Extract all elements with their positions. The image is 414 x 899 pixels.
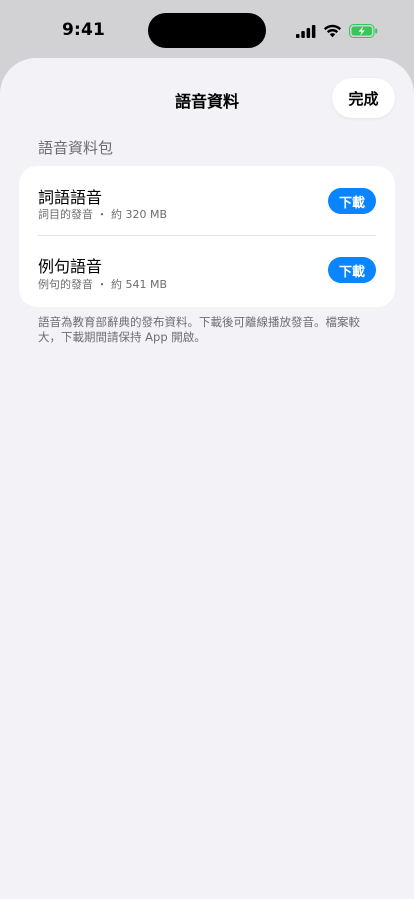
list-item-word-audio: 詞語語音 詞目的發音 ・ 約 320 MB 下載 <box>19 166 395 236</box>
dynamic-island <box>148 13 266 48</box>
done-button[interactable]: 完成 <box>332 78 395 118</box>
status-icons <box>296 22 378 40</box>
footer-note: 語音為教育部辭典的發布資料。下載後可離線播放發音。檔案較大，下載期間請保持 Ap… <box>38 315 360 344</box>
item-title: 詞語語音 <box>38 188 103 207</box>
item-title: 例句語音 <box>38 257 103 276</box>
battery-charging-icon <box>349 24 378 38</box>
download-word-audio-button[interactable]: 下載 <box>328 188 376 214</box>
list-item-example-audio: 例句語音 例句的發音 ・ 約 541 MB 下載 <box>19 236 395 306</box>
item-subtitle: 詞目的發音 ・ 約 320 MB <box>38 208 168 221</box>
voice-packs-card: 詞語語音 詞目的發音 ・ 約 320 MB 下載 例句語音 例句的發音 ・ 約 … <box>19 166 395 307</box>
status-time: 9:41 <box>62 20 106 40</box>
download-example-audio-button[interactable]: 下載 <box>328 257 376 283</box>
wifi-icon <box>323 24 342 38</box>
item-subtitle: 例句的發音 ・ 約 541 MB <box>38 278 168 291</box>
section-header: 語音資料包 <box>38 139 114 157</box>
status-bar: 9:41 <box>0 0 414 58</box>
cellular-signal-icon <box>296 24 316 38</box>
voice-data-sheet: 語音資料 完成 語音資料包 詞語語音 詞目的發音 ・ 約 320 MB 下載 例… <box>0 58 414 899</box>
